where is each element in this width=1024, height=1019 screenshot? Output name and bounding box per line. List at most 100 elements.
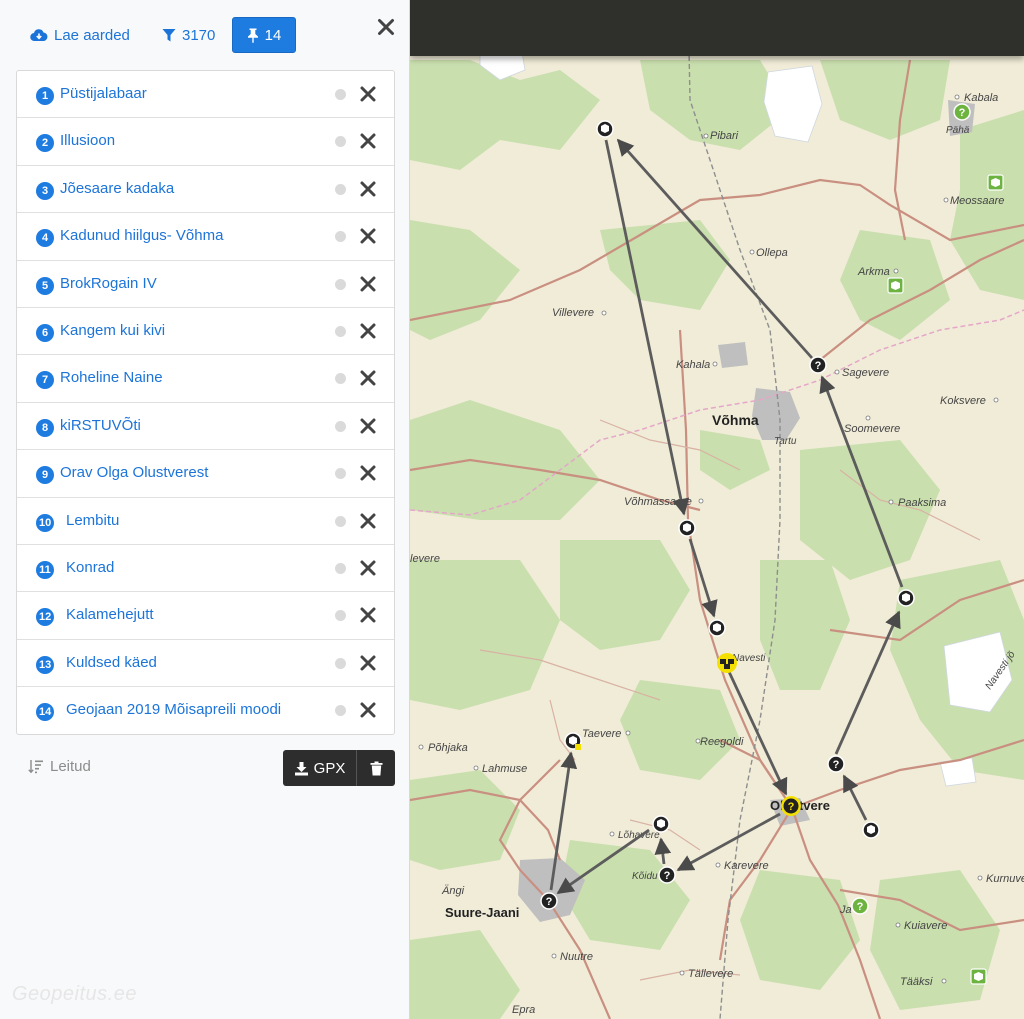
cache-name-link[interactable]: Illusioon — [60, 132, 115, 149]
close-icon — [360, 228, 376, 244]
cache-marker-traditional[interactable] — [564, 732, 582, 750]
cache-marker-found-traditional[interactable] — [970, 968, 987, 985]
place-label-vohma: Võhma — [712, 412, 759, 428]
place-label-meossaare: Meossaare — [950, 195, 1004, 207]
cache-status-dot — [335, 562, 346, 574]
remove-cache-button[interactable] — [359, 369, 377, 387]
cache-marker-mystery-highlighted[interactable]: ? — [781, 796, 801, 816]
filter-button[interactable]: 3170 — [162, 17, 215, 53]
close-icon — [360, 86, 376, 102]
cache-number-badge: 2 — [36, 134, 54, 153]
cache-name-link[interactable]: BrokRogain IV — [60, 275, 157, 292]
cache-row: 4 Kadunud hiilgus- Võhma — [17, 213, 394, 261]
cache-number-badge: 6 — [36, 323, 54, 342]
remove-cache-button[interactable] — [359, 85, 377, 103]
cache-list-sidebar: Lae aarded 3170 14 1 Püstijalabaar 2 Illusi… — [0, 0, 410, 1019]
cache-marker-found-traditional[interactable] — [887, 277, 904, 294]
remove-cache-button[interactable] — [359, 512, 377, 530]
cache-row: 5 BrokRogain IV — [17, 261, 394, 308]
remove-cache-button[interactable] — [359, 654, 377, 672]
cache-status-dot — [335, 468, 346, 480]
close-icon — [360, 513, 376, 529]
cache-number-badge: 9 — [36, 466, 54, 485]
cache-status-dot — [335, 136, 346, 148]
place-label-kabala: Kabala — [964, 92, 998, 104]
place-label-karevere: Karevere — [724, 860, 769, 872]
cache-row: 13 Kuldsed käed — [17, 640, 394, 688]
cache-status-dot — [335, 89, 346, 100]
sidebar-toolbar: Lae aarded 3170 14 — [0, 0, 410, 68]
cache-number-badge: 14 — [36, 703, 55, 722]
cache-name-link[interactable]: Kangem kui kivi — [60, 322, 165, 339]
cache-marker-traditional[interactable] — [708, 619, 726, 637]
close-icon — [360, 181, 376, 197]
cache-row: 6 Kangem kui kivi — [17, 308, 394, 356]
cache-name-link[interactable]: Kuldsed käed — [66, 654, 157, 671]
cache-list: 1 Püstijalabaar 2 Illusioon 3 Jõesaare kadaka… — [16, 70, 395, 736]
place-label-koksvere: Koksvere — [940, 395, 986, 407]
map-canvas[interactable]: Kabala Pähä Pibari Meossaare Ollepa Arkm… — [410, 0, 1024, 1019]
cache-name-link[interactable]: Konrad — [66, 559, 114, 576]
cache-status-dot — [335, 610, 346, 622]
cache-name-link[interactable]: Kadunud hiilgus- Võhma — [60, 227, 223, 244]
place-label-reegoldi: Reegoldi — [700, 736, 744, 748]
download-caches-button[interactable]: Lae aarded — [30, 17, 130, 53]
pin-icon — [247, 28, 258, 43]
cache-row: 11 Konrad — [17, 545, 394, 593]
cache-status-dot — [335, 515, 346, 527]
sort-found-button[interactable]: Leitud — [28, 758, 91, 775]
cache-name-link[interactable]: Kalamehejutt — [66, 606, 154, 623]
cache-marker-traditional[interactable] — [596, 120, 614, 138]
cache-marker-traditional[interactable] — [862, 821, 880, 839]
cache-marker-found-traditional[interactable] — [987, 174, 1004, 191]
close-sidebar-button[interactable] — [376, 17, 398, 39]
svg-text:?: ? — [664, 870, 671, 882]
cache-marker-mystery[interactable]: ? — [658, 866, 676, 884]
clear-list-button[interactable] — [357, 750, 395, 786]
cache-row: 9 Orav Olga Olustverest — [17, 450, 394, 498]
cache-marker-mystery[interactable]: ? — [809, 356, 827, 374]
place-label-paaksima: Paaksima — [898, 497, 946, 509]
cache-name-link[interactable]: kiRSTUVÕti — [60, 417, 141, 434]
remove-cache-button[interactable] — [359, 464, 377, 482]
cache-name-link[interactable]: Geojaan 2019 Mõisapreili moodi — [66, 701, 281, 718]
place-label-kahala: Kahala — [676, 359, 710, 371]
remove-cache-button[interactable] — [359, 322, 377, 340]
cache-status-dot — [335, 278, 346, 290]
remove-cache-button[interactable] — [359, 180, 377, 198]
cache-marker-mystery[interactable]: ? — [827, 755, 845, 773]
place-label-angi: Ängi — [441, 885, 465, 897]
cache-name-link[interactable]: Roheline Naine — [60, 369, 163, 386]
download-gpx-button[interactable]: GPX — [283, 750, 357, 786]
remove-cache-button[interactable] — [359, 132, 377, 150]
cache-name-link[interactable]: Lembitu — [66, 512, 119, 529]
remove-cache-button[interactable] — [359, 417, 377, 435]
gpx-label: GPX — [313, 759, 346, 777]
cache-name-link[interactable]: Jõesaare kadaka — [60, 180, 174, 197]
svg-text:?: ? — [833, 759, 840, 771]
cache-marker-found-mystery[interactable]: ? — [851, 897, 869, 915]
place-label-pohjaka: Põhjaka — [428, 742, 468, 754]
remove-cache-button[interactable] — [359, 606, 377, 624]
remove-cache-button[interactable] — [359, 701, 377, 719]
cache-name-link[interactable]: Orav Olga Olustverest — [60, 464, 208, 481]
cache-status-dot — [335, 657, 346, 669]
pinned-caches-button[interactable]: 14 — [232, 17, 296, 53]
close-icon — [360, 370, 376, 386]
cache-row: 12 Kalamehejutt — [17, 592, 394, 640]
cache-marker-multi-highlighted[interactable] — [717, 653, 737, 673]
cache-number-badge: 12 — [36, 608, 55, 627]
cache-marker-traditional[interactable] — [652, 815, 670, 833]
cache-marker-found-mystery[interactable]: ? — [953, 103, 971, 121]
map-view[interactable]: Kabala Pähä Pibari Meossaare Ollepa Arkm… — [410, 0, 1024, 1019]
place-label-taevere: Taevere — [582, 728, 621, 740]
close-icon — [360, 323, 376, 339]
cache-marker-traditional[interactable] — [897, 589, 915, 607]
remove-cache-button[interactable] — [359, 559, 377, 577]
cache-marker-mystery[interactable]: ? — [540, 892, 558, 910]
cache-name-link[interactable]: Püstijalabaar — [60, 85, 147, 102]
place-label-koidu: Kõidu — [632, 871, 658, 882]
remove-cache-button[interactable] — [359, 275, 377, 293]
cache-marker-traditional[interactable] — [678, 519, 696, 537]
remove-cache-button[interactable] — [359, 227, 377, 245]
